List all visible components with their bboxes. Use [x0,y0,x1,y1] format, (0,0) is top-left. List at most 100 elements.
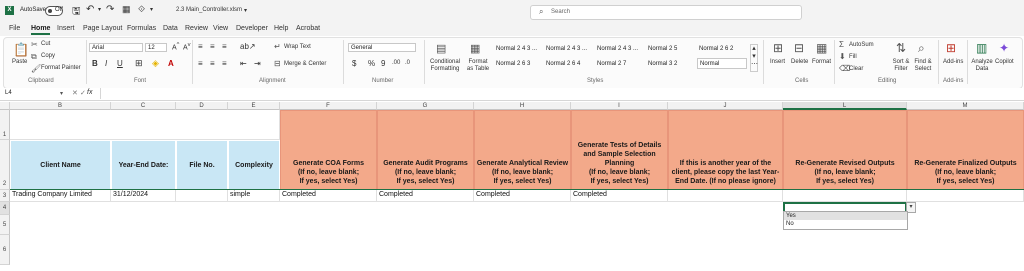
cell-file-no[interactable] [176,190,228,202]
row-header[interactable]: 1 [0,110,10,140]
column-header[interactable]: G [377,102,474,110]
copy-icon[interactable]: ⧉ [31,52,37,62]
insert-cells-button[interactable]: Insert [770,59,785,65]
header-revised-outputs[interactable]: Re-Generate Revised Outputs (If no, leav… [783,110,907,190]
column-header[interactable]: D [176,102,228,110]
conditional-formatting-icon[interactable]: ▤ [436,42,446,55]
cell-style[interactable]: Normal 2 6 2 [699,46,733,52]
paste-icon[interactable]: 📋 [13,42,29,58]
row-header[interactable]: 5 [0,215,10,235]
layout-icon[interactable]: ▦ [122,4,131,15]
align-center-icon[interactable]: ≡ [210,59,215,68]
column-header[interactable]: E [228,102,280,110]
borders-icon[interactable]: ⊞ [135,58,143,69]
file-name-dropdown-icon[interactable]: ▾ [244,7,247,14]
format-painter-button[interactable]: Format Painter [41,65,81,71]
delete-cells-button[interactable]: Delete [791,59,808,65]
sort-filter-button[interactable]: Sort & Filter [891,59,911,73]
font-size-select[interactable]: 12 [145,43,167,52]
conditional-formatting-button[interactable]: Conditional Formatting [428,59,462,73]
header-audit-programs[interactable]: Generate Audit Programs (If no, leave bl… [377,110,474,190]
cell-finalized[interactable] [907,190,1024,202]
wrap-text-icon[interactable]: ↵ [274,42,281,51]
formula-input[interactable] [100,88,1024,99]
customize-toolbar-icon[interactable]: ▾ [150,6,153,13]
increase-decimal-icon[interactable]: .00 [392,60,400,66]
cell-analytical-status[interactable]: Completed [474,190,571,202]
column-header[interactable]: H [474,102,571,110]
decrease-indent-icon[interactable]: ⇤ [240,59,247,68]
dropdown-option-no[interactable]: No [784,220,907,228]
cell-style[interactable]: Normal 2 4 3 ... [546,46,587,52]
format-painter-icon[interactable]: 🖌 [31,64,41,73]
align-middle-icon[interactable]: ≡ [210,42,215,51]
cut-icon[interactable]: ✂ [31,40,38,49]
cell-style[interactable]: Normal 2 4 3 ... [597,46,638,52]
tab-developer[interactable]: Developer [236,25,268,32]
format-cells-icon[interactable]: ▦ [816,41,827,55]
empty-cell[interactable] [10,110,280,140]
undo-dropdown-icon[interactable]: ▾ [98,6,101,13]
cell-style[interactable]: Normal 2 6 4 [546,61,580,67]
find-select-button[interactable]: Find & Select [912,59,934,73]
cancel-icon[interactable]: ✕ [72,89,78,97]
cut-button[interactable]: Cut [41,41,50,47]
cell-audit-programs-status[interactable]: Completed [377,190,474,202]
column-header[interactable]: J [668,102,783,110]
number-format-select[interactable]: General [348,43,416,52]
header-tests-of-details[interactable]: Generate Tests of Details and Sample Sel… [571,110,668,190]
column-header[interactable]: I [571,102,668,110]
italic-icon[interactable]: I [105,59,107,68]
align-bottom-icon[interactable]: ≡ [222,42,227,51]
autosum-button[interactable]: AutoSum [849,42,874,48]
format-as-table-button[interactable]: Format as Table [465,59,491,73]
sort-filter-icon[interactable]: ⇅ [896,41,906,55]
column-header[interactable]: B [10,102,111,110]
analyze-data-icon[interactable]: ▥ [976,41,987,55]
fill-button[interactable]: Fill [849,54,857,60]
shape-icon[interactable]: ⟐ [138,4,145,15]
fx-icon[interactable]: fx [87,89,92,96]
cell-style[interactable]: Normal 2 4 3 ... [496,46,537,52]
cell-coa-status[interactable]: Completed [280,190,377,202]
name-box[interactable]: L4 [3,89,63,99]
tab-view[interactable]: View [213,25,228,32]
font-name-select[interactable]: Arial [89,43,143,52]
tab-page-layout[interactable]: Page Layout [83,25,122,32]
align-left-icon[interactable]: ≡ [198,59,203,68]
tab-file[interactable]: File [9,25,20,32]
decrease-font-icon[interactable]: Av [183,42,191,51]
percent-icon[interactable]: % [368,59,375,68]
fill-icon[interactable]: ⬇ [839,52,846,61]
header-coa-forms[interactable]: Generate COA Forms (If no, leave blank; … [280,110,377,190]
tab-review[interactable]: Review [185,25,208,32]
column-header[interactable]: C [111,102,176,110]
redo-icon[interactable]: ↷ [106,4,114,15]
tab-formulas[interactable]: Formulas [127,25,156,32]
name-box-dropdown-icon[interactable]: ▾ [60,90,63,97]
row-header-selected[interactable]: 4 [0,202,10,215]
tab-home[interactable]: Home [31,25,51,35]
styles-gallery-more-icon[interactable]: ▴ ▾ ⋯ [750,44,758,72]
tab-insert[interactable]: Insert [57,25,75,32]
paste-button[interactable]: Paste [12,59,27,65]
column-header[interactable]: F [280,102,377,110]
dropdown-option-yes[interactable]: Yes [784,212,907,220]
column-header[interactable]: M [907,102,1024,110]
format-cells-button[interactable]: Format [812,59,831,65]
clear-button[interactable]: Clear [849,66,863,72]
header-finalized-outputs[interactable]: Re-Generate Finalized Outputs (If no, le… [907,110,1024,190]
undo-icon[interactable]: ↶ [86,4,94,15]
increase-font-icon[interactable]: A^ [172,42,179,51]
header-complexity[interactable]: Complexity [228,140,280,190]
wrap-text-button[interactable]: Wrap Text [284,44,311,50]
save-icon[interactable]: 🖫 [72,4,81,21]
row-header[interactable]: 3 [0,190,10,202]
tab-data[interactable]: Data [163,25,178,32]
header-another-year[interactable]: If this is another year of the client, p… [668,110,783,190]
header-year-end[interactable]: Year-End Date: [111,140,176,190]
row-header[interactable]: 6 [0,235,10,265]
add-ins-icon[interactable]: ⊞ [946,41,956,55]
select-all-corner[interactable] [0,102,10,110]
copilot-button[interactable]: Copilot [995,59,1014,65]
